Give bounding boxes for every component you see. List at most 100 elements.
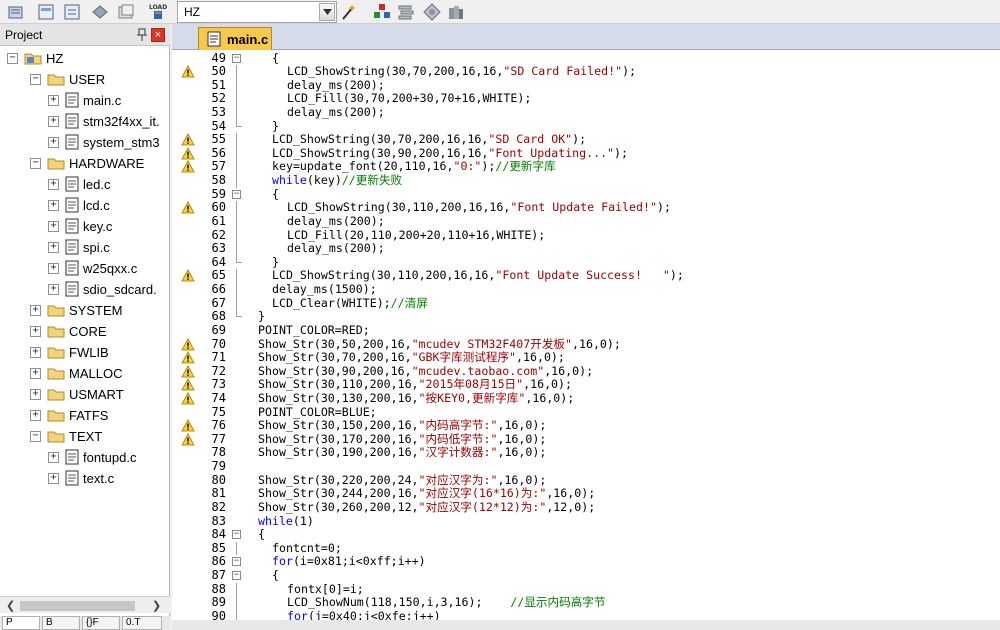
tab-functions[interactable]: {}F (82, 616, 120, 630)
warning-icon[interactable] (181, 351, 195, 364)
tree-folder-item[interactable]: + MALLOC (0, 363, 170, 384)
code-line[interactable]: 55 LCD_ShowString(30,70,200,16,16,"SD Car… (172, 132, 1000, 147)
manage-icon[interactable] (62, 2, 82, 22)
tree-folder-item[interactable]: + CORE (0, 321, 170, 342)
warning-icon[interactable] (181, 419, 195, 432)
warning-icon[interactable] (181, 133, 195, 146)
books-icon[interactable] (446, 2, 466, 22)
tab-books[interactable]: B (42, 616, 80, 630)
expand-icon[interactable]: + (30, 410, 41, 421)
warning-icon[interactable] (181, 65, 195, 78)
tree-folder-item[interactable]: − HARDWARE (0, 153, 170, 174)
fold-toggle-icon[interactable]: − (232, 530, 241, 540)
expand-icon[interactable]: + (30, 347, 41, 358)
code-editor[interactable]: 49−{50 LCD_ShowString(30,70,200,16,16,"SD… (172, 51, 1000, 626)
code-line[interactable]: 51 delay_ms(200); (172, 78, 1000, 93)
tree-file-item[interactable]: + sdio_sdcard. (0, 279, 170, 300)
expand-icon[interactable]: + (30, 389, 41, 400)
warning-icon[interactable] (181, 378, 195, 391)
batch-icon[interactable] (116, 2, 136, 22)
tab-main-c[interactable]: main.c (198, 27, 272, 50)
components-icon[interactable] (372, 2, 392, 22)
code-line[interactable]: 72 Show_Str(30,90,200,16,"mcudev.taobao.c… (172, 364, 1000, 379)
warning-icon[interactable] (181, 432, 195, 446)
code-line[interactable]: 65 LCD_ShowString(30,110,200,16,16,"Font … (172, 269, 1000, 283)
code-line[interactable]: 66 delay_ms(1500); (172, 282, 1000, 297)
code-line[interactable]: 75 POINT_COLOR=BLUE; (172, 405, 1000, 420)
diamond-icon[interactable] (422, 2, 442, 22)
collapse-icon[interactable]: − (7, 53, 18, 64)
tree-folder-item[interactable]: − TEXT (0, 426, 170, 447)
warning-icon[interactable] (181, 146, 195, 160)
code-line[interactable]: 85 fontcnt=0; (172, 541, 1000, 556)
code-line[interactable]: 60 LCD_ShowString(30,110,200,16,16,"Font … (172, 201, 1000, 215)
warning-icon[interactable] (181, 391, 195, 405)
pack-icon[interactable] (6, 2, 26, 22)
fold-toggle-icon[interactable]: − (232, 189, 241, 199)
code-line[interactable]: 80 Show_Str(30,220,200,24,"对应汉字为:",16,0); (172, 473, 1000, 488)
code-line[interactable]: 71 Show_Str(30,70,200,16,"GBK字库测试程序",16,0… (172, 350, 1000, 365)
warning-icon[interactable] (181, 337, 195, 351)
tree-file-item[interactable]: + w25qxx.c (0, 258, 170, 279)
tree-folder-item[interactable]: + SYSTEM (0, 300, 170, 321)
code-line[interactable]: 58 while(key)//更新失败 (172, 173, 1000, 188)
code-line[interactable]: 64} (172, 255, 1000, 270)
code-line[interactable]: 73 Show_Str(30,110,200,16,"2015年08月15日",1… (172, 378, 1000, 392)
expand-icon[interactable]: + (48, 179, 59, 190)
fold-toggle-icon[interactable]: − (232, 571, 241, 581)
expand-icon[interactable]: + (48, 200, 59, 211)
expand-icon[interactable]: + (48, 95, 59, 106)
tree-file-item[interactable]: + text.c (0, 468, 170, 489)
code-line[interactable]: 62 LCD_Fill(20,110,200+20,110+16,WHITE); (172, 228, 1000, 243)
collapse-icon[interactable]: − (30, 158, 41, 169)
code-line[interactable]: 82 Show_Str(30,260,200,12,"对应汉字(12*12)为:"… (172, 500, 1000, 515)
fold-toggle-icon[interactable]: − (232, 53, 241, 63)
tree-folder-item[interactable]: − USER (0, 69, 170, 90)
expand-icon[interactable]: + (48, 452, 59, 463)
warning-icon[interactable] (181, 201, 195, 214)
warning-icon[interactable] (181, 160, 195, 173)
editor-bottom-scrollbar[interactable] (172, 620, 1000, 630)
code-line[interactable]: 67 LCD_Clear(WHITE);//清屏 (172, 296, 1000, 311)
load-icon[interactable]: LOAD (148, 2, 168, 22)
collapse-icon[interactable]: − (30, 431, 41, 442)
tree-folder-item[interactable]: + FATFS (0, 405, 170, 426)
code-line[interactable]: 68} (172, 310, 1000, 324)
code-line[interactable]: 57 key=update_font(20,110,16,"0:");//更新字库 (172, 160, 1000, 175)
code-line[interactable]: 78 Show_Str(30,190,200,16,"汉字计数器:",16,0); (172, 446, 1000, 460)
scroll-right-icon[interactable]: ❯ (152, 599, 161, 612)
code-line[interactable]: 53 delay_ms(200); (172, 105, 1000, 120)
code-line[interactable]: 61 delay_ms(200); (172, 214, 1000, 229)
code-line[interactable]: 89 LCD_ShowNum(118,150,i,3,16); //显示内码高字节 (172, 595, 1000, 610)
expand-icon[interactable]: + (48, 116, 59, 127)
scroll-left-icon[interactable]: ❮ (6, 599, 15, 612)
expand-icon[interactable]: + (30, 368, 41, 379)
code-line[interactable]: 70 Show_Str(30,50,200,16,"mcudev STM32F40… (172, 337, 1000, 352)
layers-icon[interactable] (396, 2, 416, 22)
combo-arrow-icon[interactable] (319, 3, 335, 21)
code-line[interactable]: 69 POINT_COLOR=RED; (172, 323, 1000, 338)
tab-project[interactable]: P (2, 616, 40, 630)
scroll-thumb[interactable] (20, 601, 135, 611)
expand-icon[interactable]: + (48, 284, 59, 295)
tab-templates[interactable]: 0.T (122, 616, 162, 630)
code-line[interactable]: 77 Show_Str(30,170,200,16,"内码低字节:",16,0); (172, 432, 1000, 447)
fold-toggle-icon[interactable]: − (232, 557, 241, 567)
tree-file-item[interactable]: + led.c (0, 174, 170, 195)
expand-icon[interactable]: + (48, 242, 59, 253)
gem-icon[interactable] (90, 2, 110, 22)
code-line[interactable]: 49− { (172, 51, 1000, 66)
expand-icon[interactable]: + (30, 326, 41, 337)
code-line[interactable]: 86− for(i=0x81;i<0xff;i++) (172, 555, 1000, 569)
code-line[interactable]: 88 fontx[0]=i; (172, 582, 1000, 597)
collapse-icon[interactable]: − (30, 74, 41, 85)
code-line[interactable]: 63 delay_ms(200); (172, 242, 1000, 256)
code-line[interactable]: 50 LCD_ShowString(30,70,200,16,16,"SD Car… (172, 64, 1000, 79)
tree-folder-item[interactable]: + FWLIB (0, 342, 170, 363)
horizontal-scrollbar[interactable]: ❮ ❯ (0, 596, 170, 613)
code-line[interactable]: 54} (172, 119, 1000, 134)
code-line[interactable]: 84− { (172, 528, 1000, 542)
code-line[interactable]: 52 LCD_Fill(30,70,200+30,70+16,WHITE); (172, 92, 1000, 106)
code-line[interactable]: 74 Show_Str(30,130,200,16,"按KEY0,更新字库",16… (172, 391, 1000, 406)
expand-icon[interactable]: + (48, 221, 59, 232)
